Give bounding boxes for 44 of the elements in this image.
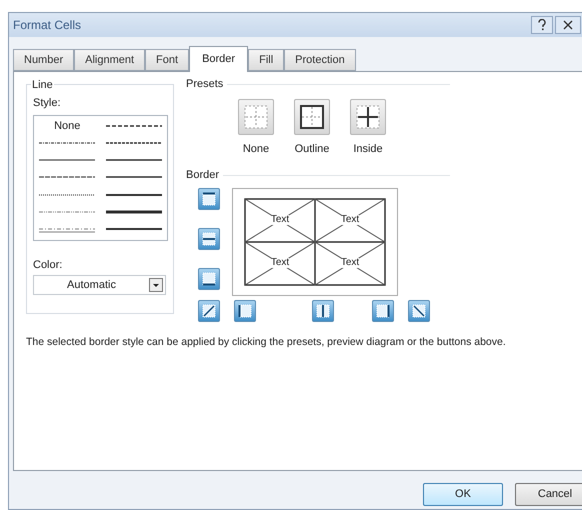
close-icon <box>563 20 573 30</box>
description-text: The selected border style can be applied by clicking the presets, preview diagram or the buttons above. <box>26 336 507 348</box>
middle-border-button[interactable] <box>198 228 220 250</box>
grid-icon <box>243 104 269 130</box>
window-title: Format Cells <box>13 17 82 34</box>
bottom-border-button[interactable] <box>198 268 220 290</box>
presets-label: Presets <box>186 77 224 92</box>
preview-text: Text <box>270 258 290 268</box>
tab[interactable]: Number <box>13 49 74 71</box>
left-border-button[interactable] <box>234 300 256 322</box>
preset-label: Inside <box>353 142 383 156</box>
preset-button[interactable] <box>294 98 330 134</box>
tab[interactable]: Border <box>189 46 248 72</box>
tab[interactable]: Font <box>145 49 190 71</box>
diagonal-down-button[interactable] <box>408 300 430 322</box>
preset-label: None <box>242 142 270 156</box>
preview-text: Text <box>270 215 290 225</box>
center-border-button[interactable] <box>312 300 334 322</box>
style-label: Style: <box>33 96 62 111</box>
preset-label: Outline <box>294 142 330 156</box>
color-dropdown[interactable]: Automatic <box>33 275 166 295</box>
preview-text: Text <box>340 258 360 268</box>
tab[interactable]: Fill <box>248 49 284 71</box>
line-style-list[interactable]: None <box>33 114 168 240</box>
border-label: Border <box>186 168 220 183</box>
help-icon <box>538 19 546 31</box>
border-preview[interactable]: Text Text Text Text <box>232 188 398 296</box>
color-label: Color: <box>33 258 64 272</box>
preset-button[interactable] <box>350 98 386 134</box>
grid-icon <box>299 104 325 130</box>
line-style-option[interactable]: None <box>38 118 96 134</box>
dialog-button[interactable]: OK <box>423 483 503 506</box>
preview-text: Text <box>340 215 360 225</box>
right-border-button[interactable] <box>372 300 394 322</box>
dialog-button[interactable]: Cancel <box>515 483 582 506</box>
tab[interactable]: Protection <box>284 49 356 71</box>
grid-icon <box>355 104 381 130</box>
help-button[interactable] <box>531 16 553 34</box>
diagonal-up-button[interactable] <box>198 300 220 322</box>
tab[interactable]: Alignment <box>74 49 146 71</box>
border-line-icon <box>202 304 216 318</box>
close-button[interactable] <box>555 16 581 34</box>
border-line-icon <box>412 304 426 318</box>
top-border-button[interactable] <box>198 188 220 210</box>
